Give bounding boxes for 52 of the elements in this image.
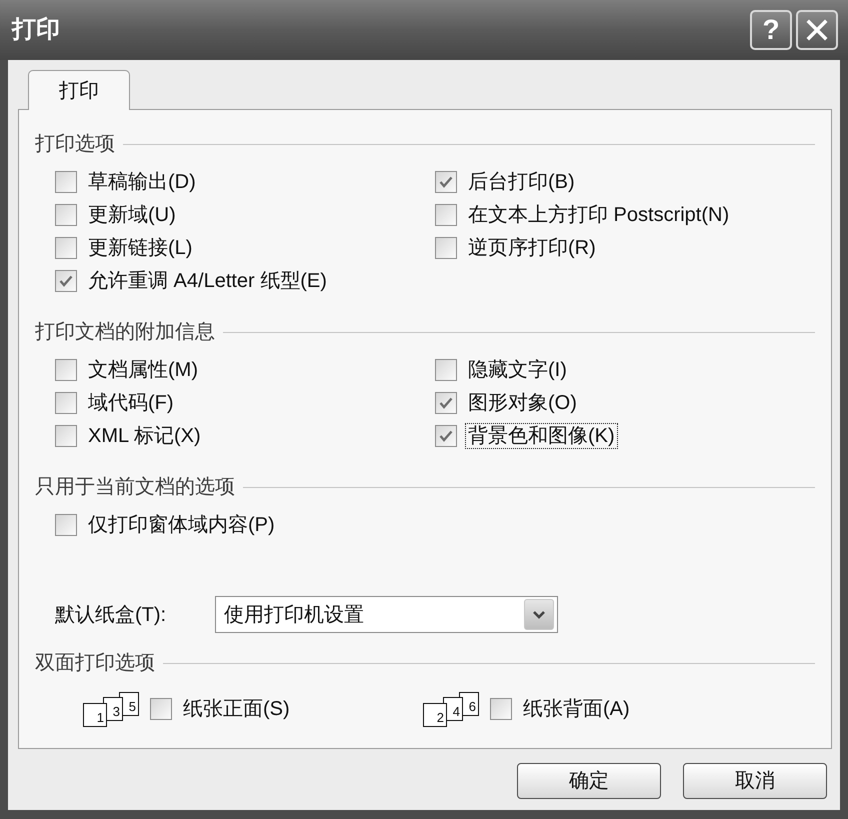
- checkbox-label[interactable]: 纸张正面(S): [183, 697, 290, 721]
- checkbox[interactable]: [150, 698, 172, 720]
- chevron-down-icon[interactable]: [524, 599, 554, 630]
- checkbox[interactable]: [490, 698, 512, 720]
- checkbox[interactable]: [55, 424, 77, 446]
- checkbox-label[interactable]: 后台打印(B): [468, 170, 575, 194]
- checkbox-label[interactable]: 更新域(U): [88, 202, 176, 226]
- checkmark-icon: [59, 274, 73, 286]
- checkbox-label[interactable]: 域代码(F): [88, 390, 174, 414]
- checkbox[interactable]: [435, 392, 457, 414]
- checkbox-label[interactable]: 草稿输出(D): [88, 170, 196, 194]
- checkbox-label[interactable]: 文档属性(M): [88, 358, 198, 382]
- dialog-button[interactable]: 取消: [683, 763, 827, 799]
- paper-tray-dropdown[interactable]: 使用打印机设置: [215, 596, 558, 633]
- section-title: 打印选项: [35, 133, 115, 155]
- section-title: 双面打印选项: [35, 652, 155, 674]
- close-icon: [806, 19, 828, 41]
- checkbox-label[interactable]: 图形对象(O): [468, 390, 577, 414]
- checkmark-icon: [439, 430, 453, 442]
- checkbox[interactable]: [435, 170, 457, 192]
- section-title: 只用于当前文档的选项: [35, 476, 235, 498]
- checkbox[interactable]: [55, 236, 77, 258]
- checkbox[interactable]: [435, 204, 457, 226]
- checkbox-label[interactable]: 隐藏文字(I): [468, 358, 567, 382]
- checkbox-label[interactable]: 仅打印窗体域内容(P): [88, 512, 275, 536]
- close-button[interactable]: [796, 10, 838, 50]
- checkbox-label[interactable]: 背景色和图像(K): [465, 422, 618, 448]
- checkbox[interactable]: [435, 424, 457, 446]
- checkbox[interactable]: [55, 514, 77, 536]
- paper-tray-label: 默认纸盒(T):: [55, 602, 168, 628]
- checkbox-label[interactable]: 纸张背面(A): [523, 697, 630, 721]
- checkbox-label[interactable]: 在文本上方打印 Postscript(N): [468, 202, 730, 226]
- checkmark-icon: [439, 176, 453, 188]
- page-sheet: 1: [83, 703, 107, 727]
- checkbox[interactable]: [55, 392, 77, 414]
- checkbox[interactable]: [55, 270, 77, 292]
- window-title: 打印: [12, 15, 60, 45]
- checkbox-label[interactable]: 允许重调 A4/Letter 纸型(E): [88, 268, 327, 292]
- checkbox[interactable]: [435, 358, 457, 380]
- checkbox-label[interactable]: XML 标记(X): [88, 424, 201, 448]
- checkbox[interactable]: [55, 358, 77, 380]
- checkmark-icon: [439, 396, 453, 408]
- help-button[interactable]: ?: [750, 10, 792, 50]
- section-title: 打印文档的附加信息: [35, 321, 215, 343]
- checkbox-label[interactable]: 逆页序打印(R): [468, 236, 596, 260]
- checkbox-label[interactable]: 更新链接(L): [88, 236, 192, 260]
- checkbox[interactable]: [55, 170, 77, 192]
- dialog-button[interactable]: 确定: [517, 763, 661, 799]
- checkbox[interactable]: [55, 204, 77, 226]
- checkbox[interactable]: [435, 236, 457, 258]
- tab[interactable]: 打印: [28, 70, 130, 110]
- page-sheet: 2: [423, 703, 447, 727]
